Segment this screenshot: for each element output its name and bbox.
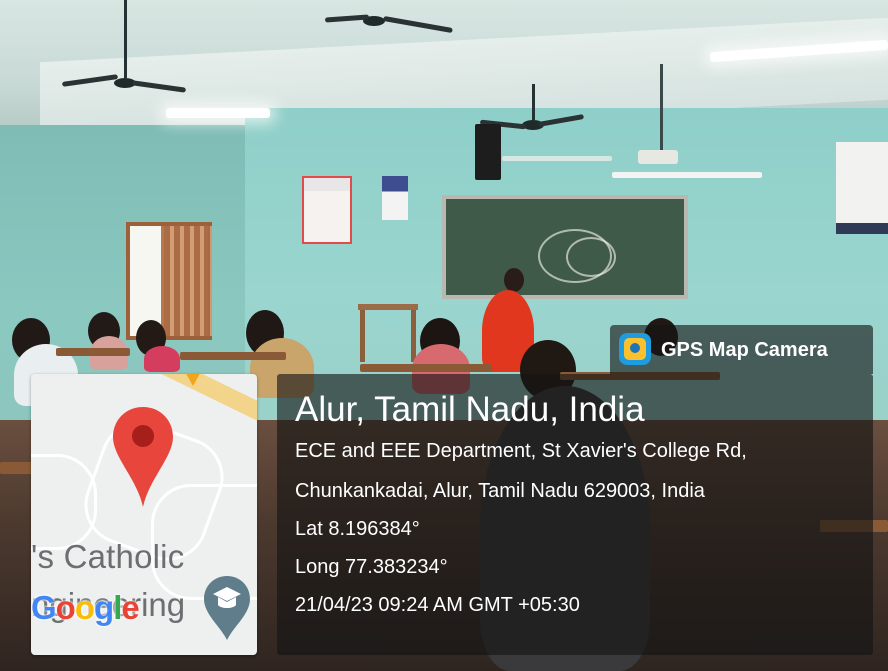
wall-poster xyxy=(302,176,352,244)
education-graduation-cap-icon xyxy=(204,576,250,640)
teacher-table xyxy=(358,304,418,366)
tube-light-left xyxy=(166,108,270,118)
department-notice-board xyxy=(836,142,888,234)
wall-light xyxy=(612,172,762,178)
location-info-panel: Alur, Tamil Nadu, India ECE and EEE Depa… xyxy=(277,374,873,655)
wall-speaker xyxy=(475,124,501,180)
bench xyxy=(56,348,130,356)
bench xyxy=(360,364,492,372)
map-pin-icon xyxy=(113,407,173,507)
map-thumbnail: 's Catholic ngineering Google xyxy=(31,374,257,655)
google-logo-letter: o xyxy=(55,589,76,626)
ceiling-fan-left xyxy=(60,0,190,100)
projector-rod xyxy=(660,64,663,152)
app-badge: GPS Map Camera xyxy=(610,325,873,374)
projector xyxy=(638,150,678,164)
window xyxy=(126,222,212,340)
gps-map-camera-app-icon xyxy=(619,333,651,365)
longitude: Long 77.383234° xyxy=(295,556,448,578)
app-badge-label: GPS Map Camera xyxy=(661,339,828,361)
map-place-label: 's Catholic xyxy=(31,538,185,575)
address-line-2: Chunkankadai, Alur, Tamil Nadu 629003, I… xyxy=(295,480,705,502)
ceiling-fan-center xyxy=(324,0,455,40)
map-direction-arrow-icon xyxy=(183,374,203,386)
google-logo-letter: G xyxy=(31,589,57,626)
teacher-head xyxy=(504,268,524,292)
google-logo: Google xyxy=(31,589,140,627)
latitude: Lat 8.196384° xyxy=(295,518,420,540)
location-title: Alur, Tamil Nadu, India xyxy=(295,390,645,429)
google-logo-letter: g xyxy=(94,589,114,626)
google-logo-letter: o xyxy=(74,589,95,626)
student xyxy=(144,346,180,372)
google-logo-letter: e xyxy=(121,589,139,626)
blackboard xyxy=(442,195,688,299)
google-logo-text: Google xyxy=(31,589,140,627)
wall-calendar xyxy=(382,176,408,220)
bench xyxy=(180,352,286,360)
wall-light-small xyxy=(502,156,612,161)
address-line-1: ECE and EEE Department, St Xavier's Coll… xyxy=(295,440,747,462)
map-road xyxy=(31,454,97,550)
timestamp: 21/04/23 09:24 AM GMT +05:30 xyxy=(295,594,580,616)
